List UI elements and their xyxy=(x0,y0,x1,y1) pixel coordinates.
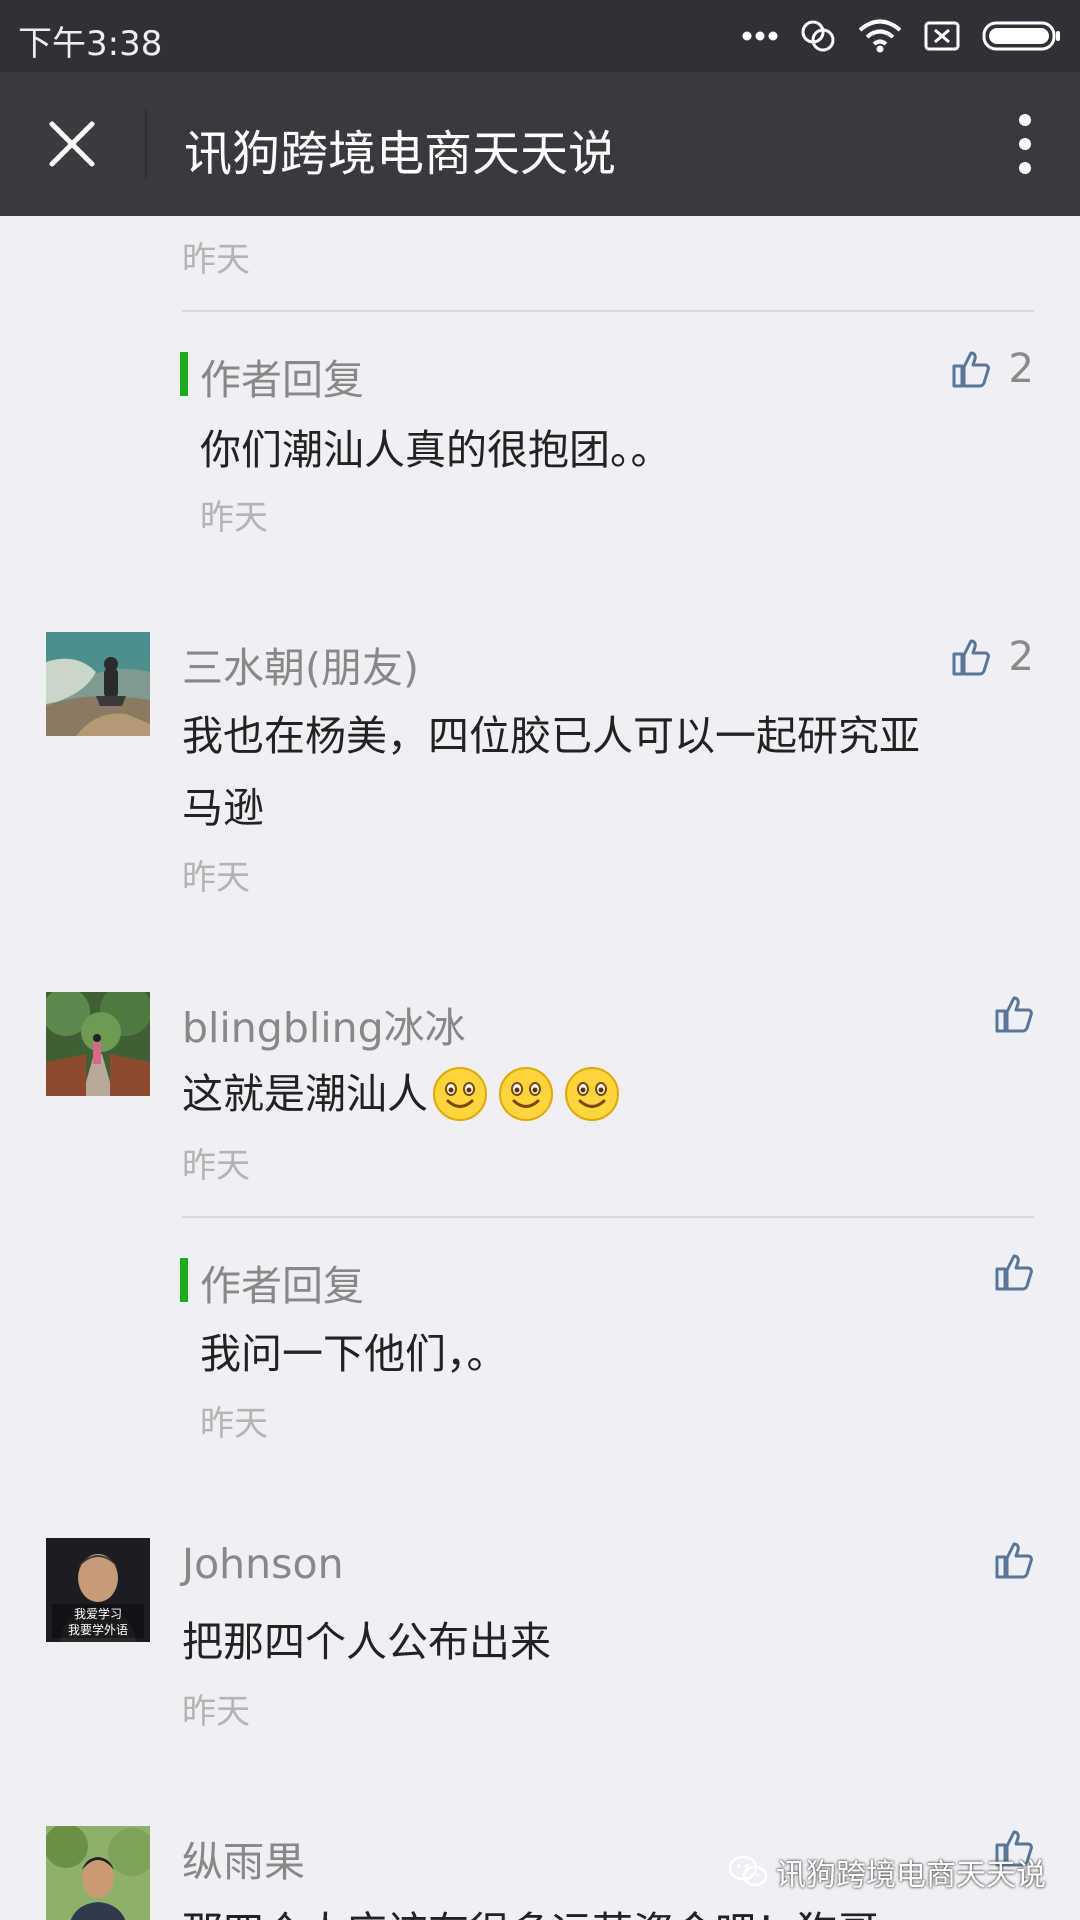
commenter-name[interactable]: Johnson xyxy=(182,1540,344,1588)
emoji-group xyxy=(432,1066,620,1122)
battery-icon xyxy=(982,20,1062,52)
avatar-image xyxy=(46,992,150,1096)
close-button[interactable] xyxy=(30,112,114,176)
thumbs-up-icon xyxy=(995,1542,1033,1579)
avatar[interactable] xyxy=(46,632,150,736)
commenter-name[interactable]: blingbling冰冰 xyxy=(182,994,466,1054)
thumbs-up-icon xyxy=(952,351,990,388)
reply-divider xyxy=(182,1216,1034,1218)
smile-emoji-icon xyxy=(565,1067,619,1121)
smile-emoji-icon xyxy=(499,1067,553,1121)
comment-time: 昨天 xyxy=(182,1692,250,1732)
watermark: 讯狗跨境电商天天说 xyxy=(728,1850,1046,1894)
thumbs-up-icon xyxy=(995,996,1033,1033)
page-title: 讯狗跨境电商天天说 xyxy=(184,126,617,182)
status-bar: 下午3:38 xyxy=(0,0,1080,72)
like-button[interactable]: 2 xyxy=(951,346,1034,392)
status-time: 下午3:38 xyxy=(18,24,163,64)
more-notifications-icon xyxy=(742,30,778,42)
comment-text: 把那四个人公布出来 xyxy=(182,1618,551,1666)
comment-text: 马逊 xyxy=(182,784,264,832)
commenter-name[interactable]: 三水朝(朋友) xyxy=(182,634,419,694)
comment-text: 我也在杨美，四位胶已人可以一起研究亚 xyxy=(182,712,920,760)
like-count: 2 xyxy=(1008,346,1034,392)
author-reply-label: 作者回复 xyxy=(200,1262,364,1310)
comment-time: 昨天 xyxy=(182,858,250,898)
thumbs-up-icon xyxy=(952,639,990,676)
avatar-image xyxy=(46,1826,150,1920)
reply-divider xyxy=(182,310,1034,312)
wechat-logo-icon xyxy=(728,1855,768,1887)
comment-text: 我问一下他们，。 xyxy=(200,1330,508,1378)
more-vertical-icon xyxy=(1019,114,1031,174)
comment-list: 昨天 作者回复 2 你们潮汕人真的很抱团。。 昨天 三水朝(朋友) 2 我也在杨… xyxy=(0,216,1080,1920)
reply-accent-bar xyxy=(180,352,188,396)
like-count: 2 xyxy=(1008,634,1034,680)
avatar[interactable] xyxy=(46,1826,150,1920)
no-sim-icon xyxy=(924,21,960,51)
author-reply-label: 作者回复 xyxy=(200,356,364,404)
wifi-icon xyxy=(858,19,902,53)
commenter-name[interactable]: 纵雨果 xyxy=(182,1828,305,1888)
avatar[interactable]: 我爱学习 我要学外语 xyxy=(46,1538,150,1642)
comment-text: 你们潮汕人真的很抱团。。 xyxy=(200,426,672,474)
comment-time: 昨天 xyxy=(200,498,268,538)
watermark-text: 讯狗跨境电商天天说 xyxy=(776,1858,1046,1893)
like-button[interactable] xyxy=(994,1252,1034,1292)
title-bar: 讯狗跨境电商天天说 xyxy=(0,72,1080,216)
thumbs-up-icon xyxy=(995,1254,1033,1291)
comment-time: 昨天 xyxy=(182,1146,250,1186)
comment-text: 那四个人应该有很多运营资金吧！狗哥 xyxy=(182,1896,879,1920)
avatar-caption: 我要学外语 xyxy=(68,1622,128,1637)
sync-icon xyxy=(800,19,836,53)
comment-text-row: 这就是潮汕人 xyxy=(182,1058,620,1130)
title-divider xyxy=(145,110,147,178)
comment-time: 昨天 xyxy=(200,1404,268,1444)
close-icon xyxy=(49,121,95,167)
more-button[interactable] xyxy=(1010,108,1040,180)
avatar-caption: 我爱学习 xyxy=(74,1606,122,1621)
reply-accent-bar xyxy=(180,1258,188,1302)
comment-time: 昨天 xyxy=(182,240,250,280)
like-button[interactable]: 2 xyxy=(951,634,1034,680)
avatar-image xyxy=(46,632,150,736)
smile-emoji-icon xyxy=(433,1067,487,1121)
comment-text: 这就是潮汕人 xyxy=(182,1070,428,1118)
avatar-image: 我爱学习 我要学外语 xyxy=(46,1538,150,1642)
like-button[interactable] xyxy=(994,994,1034,1034)
like-button[interactable] xyxy=(994,1540,1034,1580)
status-icons xyxy=(742,14,1062,58)
avatar[interactable] xyxy=(46,992,150,1096)
